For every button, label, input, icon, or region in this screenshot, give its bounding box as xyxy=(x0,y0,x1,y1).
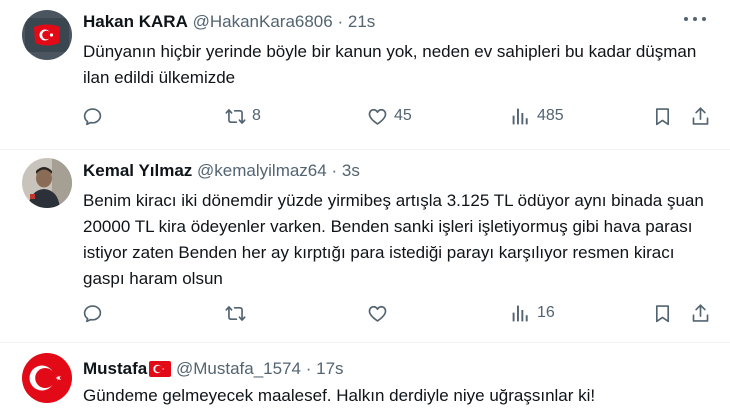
tweet-actions: 8 45 485 xyxy=(0,104,730,128)
views-button[interactable]: 16 xyxy=(510,301,555,325)
user-handle[interactable]: @HakanKara6806 xyxy=(193,12,333,31)
tweet-header: Kemal Yılmaz @kemalyilmaz64 · 3s xyxy=(83,161,360,181)
reply-icon xyxy=(83,304,102,322)
retweet-button[interactable] xyxy=(225,301,252,325)
tweet-actions: 16 xyxy=(0,301,730,325)
tweet-header: Hakan KARA @HakanKara6806 · 21s xyxy=(83,12,375,32)
separator: · xyxy=(305,359,312,378)
display-name[interactable]: Kemal Yılmaz xyxy=(83,161,192,180)
tweet[interactable]: Kemal Yılmaz @kemalyilmaz64 · 3s Benim k… xyxy=(0,150,730,343)
tweet-header: Mustafa @Mustafa_1574 · 17s xyxy=(83,359,344,382)
views-count: 16 xyxy=(537,304,555,321)
reply-icon xyxy=(83,107,102,125)
share-button[interactable] xyxy=(690,104,711,128)
tweet-text: Benim kiracı iki dönemdir yüzde yirmibeş… xyxy=(83,191,704,288)
display-name[interactable]: Mustafa xyxy=(83,359,147,378)
share-icon xyxy=(692,303,709,322)
views-icon xyxy=(512,108,528,124)
tweet-text: Gündeme gelmeyecek maalesef. Halkın derd… xyxy=(83,386,596,405)
like-icon xyxy=(368,108,387,125)
retweet-button[interactable]: 8 xyxy=(225,104,261,128)
timestamp[interactable]: 3s xyxy=(342,161,360,180)
tweet-text: Dünyanın hiçbir yerinde böyle bir kanun … xyxy=(83,42,697,87)
retweet-icon xyxy=(225,305,246,321)
reply-button[interactable] xyxy=(82,104,109,128)
views-count: 485 xyxy=(537,107,564,124)
turkey-flag-icon xyxy=(149,361,172,382)
like-button[interactable] xyxy=(367,301,394,325)
avatar[interactable] xyxy=(22,10,72,60)
retweet-count: 8 xyxy=(252,107,261,124)
like-icon xyxy=(368,305,387,322)
share-icon xyxy=(692,106,709,125)
bookmark-button[interactable] xyxy=(652,104,673,128)
user-handle[interactable]: @kemalyilmaz64 xyxy=(197,161,327,180)
avatar[interactable] xyxy=(22,353,72,403)
views-button[interactable]: 485 xyxy=(510,104,564,128)
like-button[interactable]: 45 xyxy=(367,104,412,128)
tweet[interactable]: Mustafa @Mustafa_1574 · 17s Gündeme gelm… xyxy=(0,343,730,420)
bookmark-icon xyxy=(655,107,670,125)
timestamp[interactable]: 21s xyxy=(348,12,375,31)
share-button[interactable] xyxy=(690,301,711,325)
timestamp[interactable]: 17s xyxy=(316,359,343,378)
reply-button[interactable] xyxy=(82,301,109,325)
retweet-icon xyxy=(225,108,246,124)
separator: · xyxy=(337,12,344,31)
more-icon[interactable] xyxy=(684,14,706,24)
avatar[interactable] xyxy=(22,158,72,208)
like-count: 45 xyxy=(394,107,412,124)
display-name[interactable]: Hakan KARA xyxy=(83,12,188,31)
tweet[interactable]: Hakan KARA @HakanKara6806 · 21s Dünyanın… xyxy=(0,0,730,150)
separator: · xyxy=(331,161,338,180)
user-handle[interactable]: @Mustafa_1574 xyxy=(176,359,301,378)
views-icon xyxy=(512,305,528,321)
bookmark-button[interactable] xyxy=(652,301,673,325)
bookmark-icon xyxy=(655,304,670,322)
